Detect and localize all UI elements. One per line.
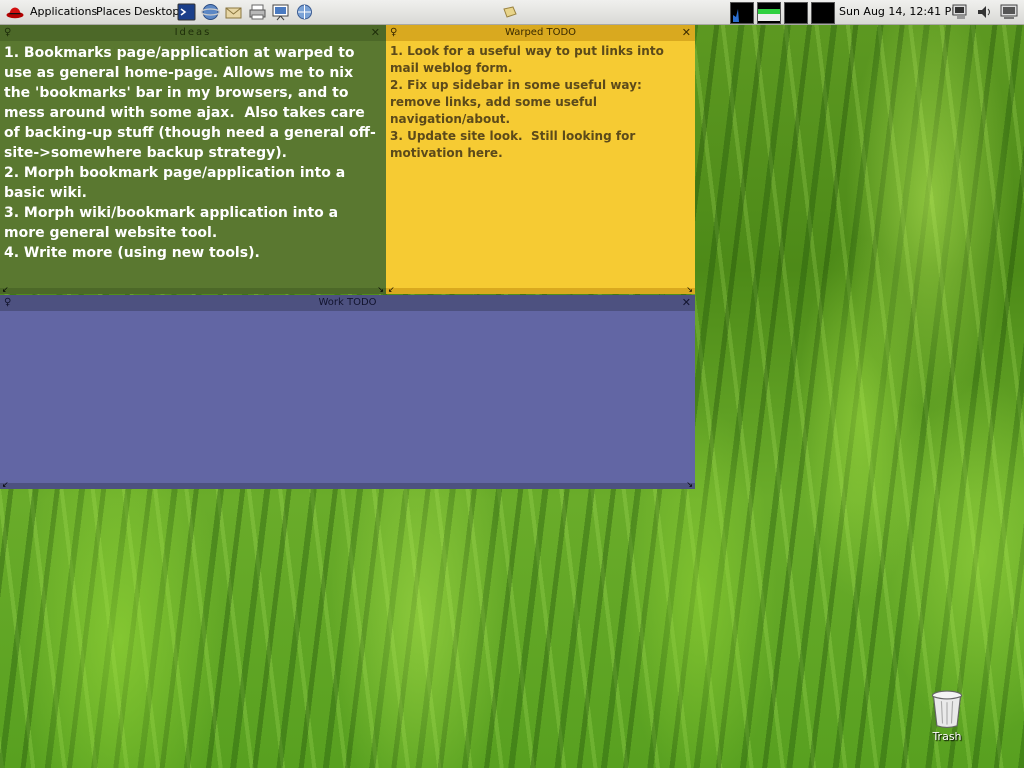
close-icon[interactable]: ✕ — [682, 295, 691, 311]
note-icon[interactable] — [503, 6, 517, 18]
top-panel: Applications Places Desktop Sun Aug 14, … — [0, 0, 1024, 25]
resize-handle-left[interactable]: ↙ — [2, 286, 9, 294]
volume-icon[interactable] — [976, 3, 994, 21]
note-footer: ↙ ↘ — [0, 481, 695, 489]
note-title: Ideas — [174, 27, 212, 38]
note-title: Warped TODO — [504, 27, 577, 38]
trash-desktop-icon[interactable]: Trash — [925, 690, 969, 743]
trash-label: Trash — [932, 730, 962, 743]
sticky-note-ideas[interactable]: ♀ Ideas ✕ 1. Bookmarks page/application … — [0, 25, 386, 294]
sticky-note-warped-todo[interactable]: ♀ Warped TODO ✕ 1. Look for a useful way… — [386, 25, 695, 294]
display-icon[interactable] — [1000, 3, 1018, 21]
resize-handle-right[interactable]: ↘ — [686, 286, 693, 294]
note-footer: ↙ ↘ — [386, 286, 695, 294]
terminal-icon[interactable] — [177, 3, 196, 21]
note-footer: ↙ ↘ — [0, 286, 386, 294]
network-icon[interactable] — [295, 3, 314, 21]
note-body[interactable]: 1. Look for a useful way to put links in… — [386, 41, 695, 164]
resize-handle-right[interactable]: ↘ — [377, 286, 384, 294]
mail-icon[interactable] — [224, 3, 243, 21]
menu-places[interactable]: Places — [96, 5, 131, 18]
note-body[interactable]: 1. Bookmarks page/application at warped … — [0, 41, 386, 265]
resize-handle-left[interactable]: ↙ — [388, 286, 395, 294]
note-titlebar[interactable]: ♀ Ideas ✕ — [0, 25, 386, 41]
disk-monitor[interactable] — [811, 2, 835, 24]
presentation-icon[interactable] — [271, 3, 290, 21]
note-title: Work TODO — [318, 297, 377, 308]
menu-desktop[interactable]: Desktop — [134, 5, 179, 18]
menu-applications[interactable]: Applications — [30, 5, 97, 18]
computer-icon[interactable] — [952, 3, 970, 21]
close-icon[interactable]: ✕ — [371, 25, 382, 41]
pin-icon[interactable]: ♀ — [390, 25, 397, 41]
pin-icon[interactable]: ♀ — [4, 25, 13, 41]
cpu-monitor[interactable] — [730, 2, 754, 24]
sticky-note-work-todo[interactable]: ♀ Work TODO ✕ ↙ ↘ — [0, 295, 695, 489]
trash-icon[interactable] — [930, 690, 964, 728]
note-titlebar[interactable]: ♀ Work TODO ✕ — [0, 295, 695, 311]
printer-icon[interactable] — [248, 3, 267, 21]
note-body[interactable] — [0, 311, 695, 315]
browser-icon[interactable] — [201, 3, 220, 21]
redhat-icon[interactable] — [6, 5, 24, 19]
note-titlebar[interactable]: ♀ Warped TODO ✕ — [386, 25, 695, 41]
pin-icon[interactable]: ♀ — [4, 295, 11, 311]
network-monitor[interactable] — [784, 2, 808, 24]
memory-monitor[interactable] — [757, 2, 781, 24]
clock[interactable]: Sun Aug 14, 12:41 PM — [839, 5, 961, 18]
resize-handle-right[interactable]: ↘ — [686, 481, 693, 489]
resize-handle-left[interactable]: ↙ — [2, 481, 9, 489]
close-icon[interactable]: ✕ — [682, 25, 691, 41]
